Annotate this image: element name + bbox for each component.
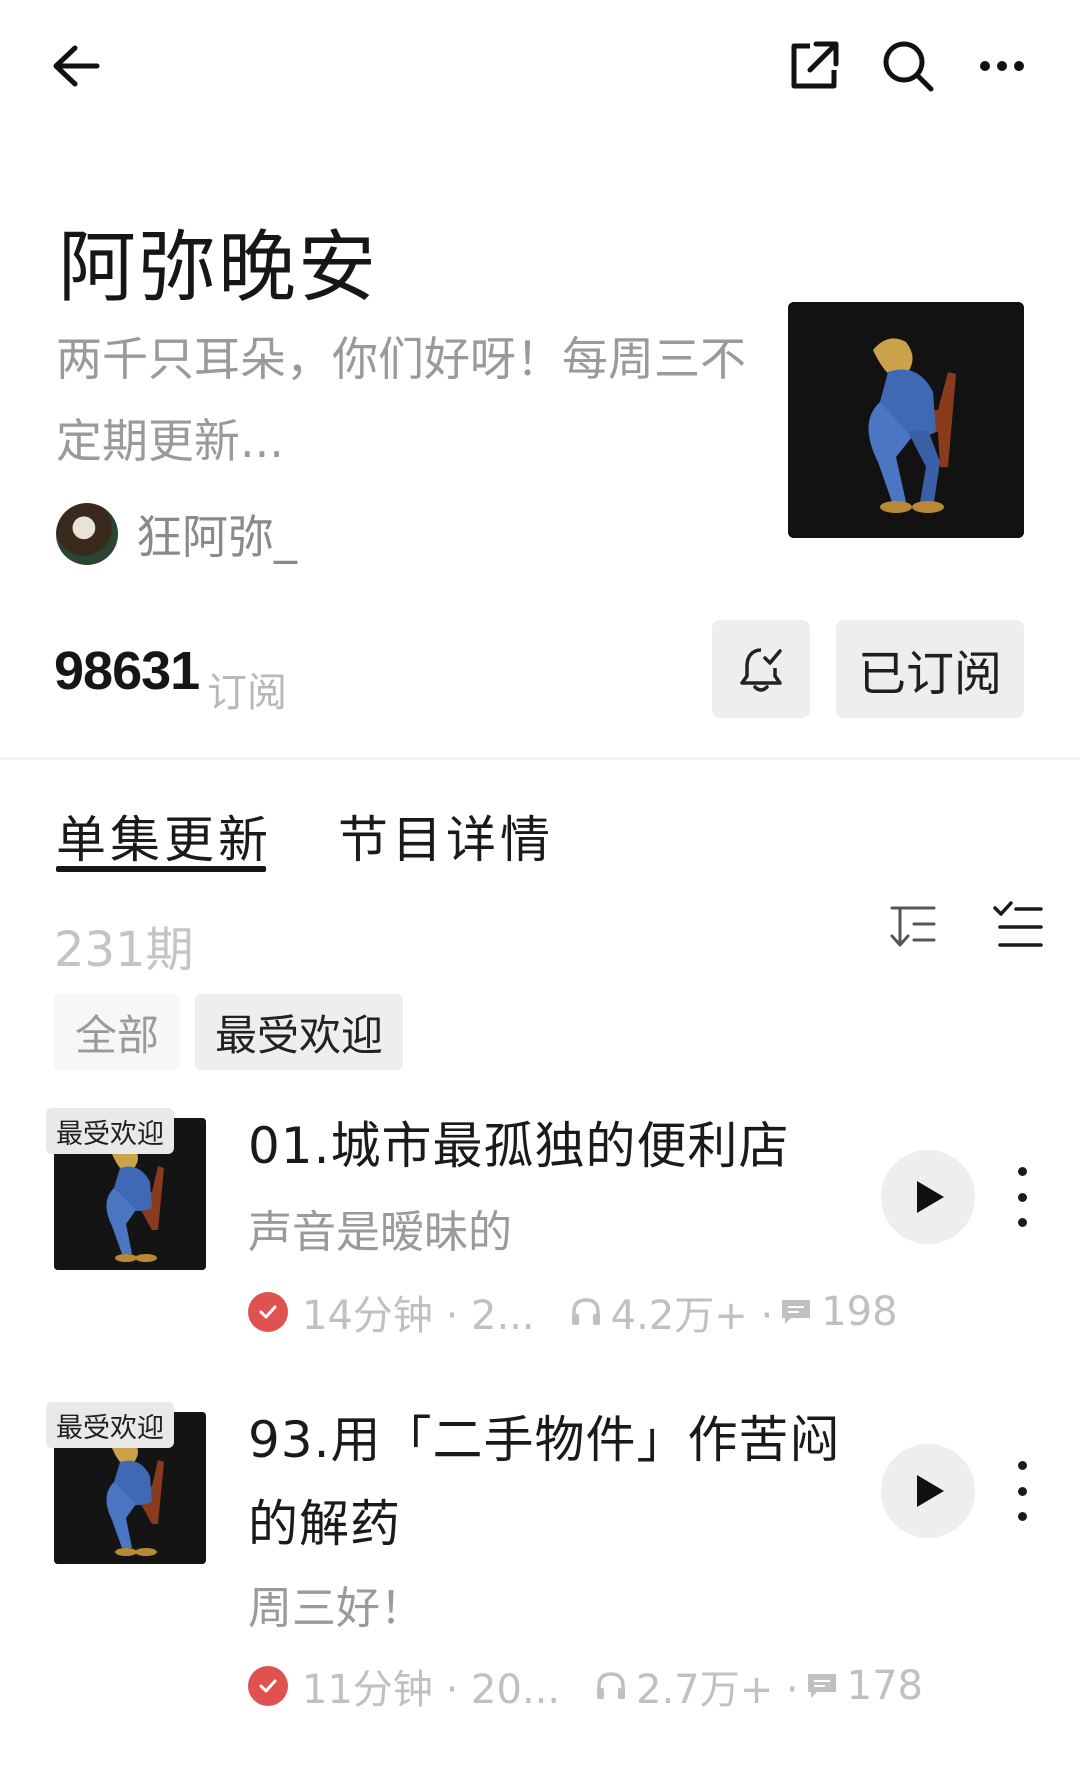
popular-badge: 最受欢迎 xyxy=(46,1402,174,1448)
more-icon[interactable] xyxy=(966,30,1038,102)
episode-subtitle: 周三好！ xyxy=(248,1583,424,1634)
active-tab-indicator xyxy=(56,866,266,872)
filter-chip-popular[interactable]: 最受欢迎 xyxy=(195,994,403,1070)
episode-count: 231期 xyxy=(54,922,194,978)
show-description[interactable]: 两千只耳朵，你们好呀！每周三不定期更新... xyxy=(56,318,756,482)
filter-chip-all[interactable]: 全部 xyxy=(54,994,180,1070)
headphones-icon xyxy=(597,1672,626,1699)
play-count: 4.2万+ · xyxy=(610,1293,774,1339)
episode-duration: 11分钟 · 20... xyxy=(302,1667,561,1713)
subscribed-button[interactable]: 已订阅 xyxy=(836,620,1024,718)
episode-duration: 14分钟 · 2... xyxy=(302,1293,535,1339)
episode-item[interactable]: 最受欢迎 93.用「二手物件」作苦闷的解药 周三好！ 11分钟 · 20... … xyxy=(0,1402,1080,1724)
episode-more-icon[interactable] xyxy=(1008,1167,1036,1227)
episode-meta: 11分钟 · 20... 2.7万+ · 178 xyxy=(248,1660,924,1713)
tab-show-details[interactable]: 节目详情 xyxy=(338,800,554,872)
episode-subtitle: 声音是暧昧的 xyxy=(248,1207,512,1258)
played-check-icon xyxy=(248,1292,288,1332)
share-icon[interactable] xyxy=(778,30,850,102)
play-button[interactable] xyxy=(881,1150,975,1244)
episode-more-icon[interactable] xyxy=(1008,1461,1036,1521)
arrow-left-icon[interactable] xyxy=(40,30,112,102)
episode-title[interactable]: 01.城市最孤独的便利店 xyxy=(248,1104,858,1188)
headphones-icon xyxy=(571,1298,600,1325)
notification-button[interactable] xyxy=(712,620,810,718)
subscriber-label: 订阅 xyxy=(207,670,287,716)
bell-check-icon xyxy=(740,648,782,692)
comment-icon xyxy=(807,1674,836,1698)
episode-item[interactable]: 最受欢迎 01.城市最孤独的便利店 声音是暧昧的 14分钟 · 2... 4.2… xyxy=(0,1108,1080,1360)
subscriber-count: 98631 xyxy=(54,641,200,701)
play-icon xyxy=(917,1475,944,1507)
show-cover-image[interactable] xyxy=(788,302,1024,538)
episode-title[interactable]: 93.用「二手物件」作苦闷的解药 xyxy=(248,1398,858,1566)
section-divider xyxy=(0,757,1080,760)
show-title: 阿弥晚安 xyxy=(58,223,379,313)
comment-count: 198 xyxy=(821,1289,898,1335)
comment-count: 178 xyxy=(846,1663,924,1709)
episode-meta: 14分钟 · 2... 4.2万+ · 198 xyxy=(248,1286,898,1339)
popular-badge: 最受欢迎 xyxy=(46,1108,174,1154)
top-bar xyxy=(0,0,1080,130)
play-icon xyxy=(917,1181,944,1213)
played-check-icon xyxy=(248,1666,288,1706)
tab-episodes[interactable]: 单集更新 xyxy=(56,800,272,872)
play-button[interactable] xyxy=(881,1444,975,1538)
author-name[interactable]: 狂阿弥_ xyxy=(136,501,297,567)
batch-select-icon[interactable] xyxy=(992,900,1044,952)
author-row[interactable]: 狂阿弥_ xyxy=(56,501,297,567)
comment-icon xyxy=(782,1300,811,1324)
play-count: 2.7万+ · xyxy=(636,1667,799,1713)
search-icon[interactable] xyxy=(872,30,944,102)
sort-icon[interactable] xyxy=(888,902,938,952)
author-avatar[interactable] xyxy=(56,503,118,565)
